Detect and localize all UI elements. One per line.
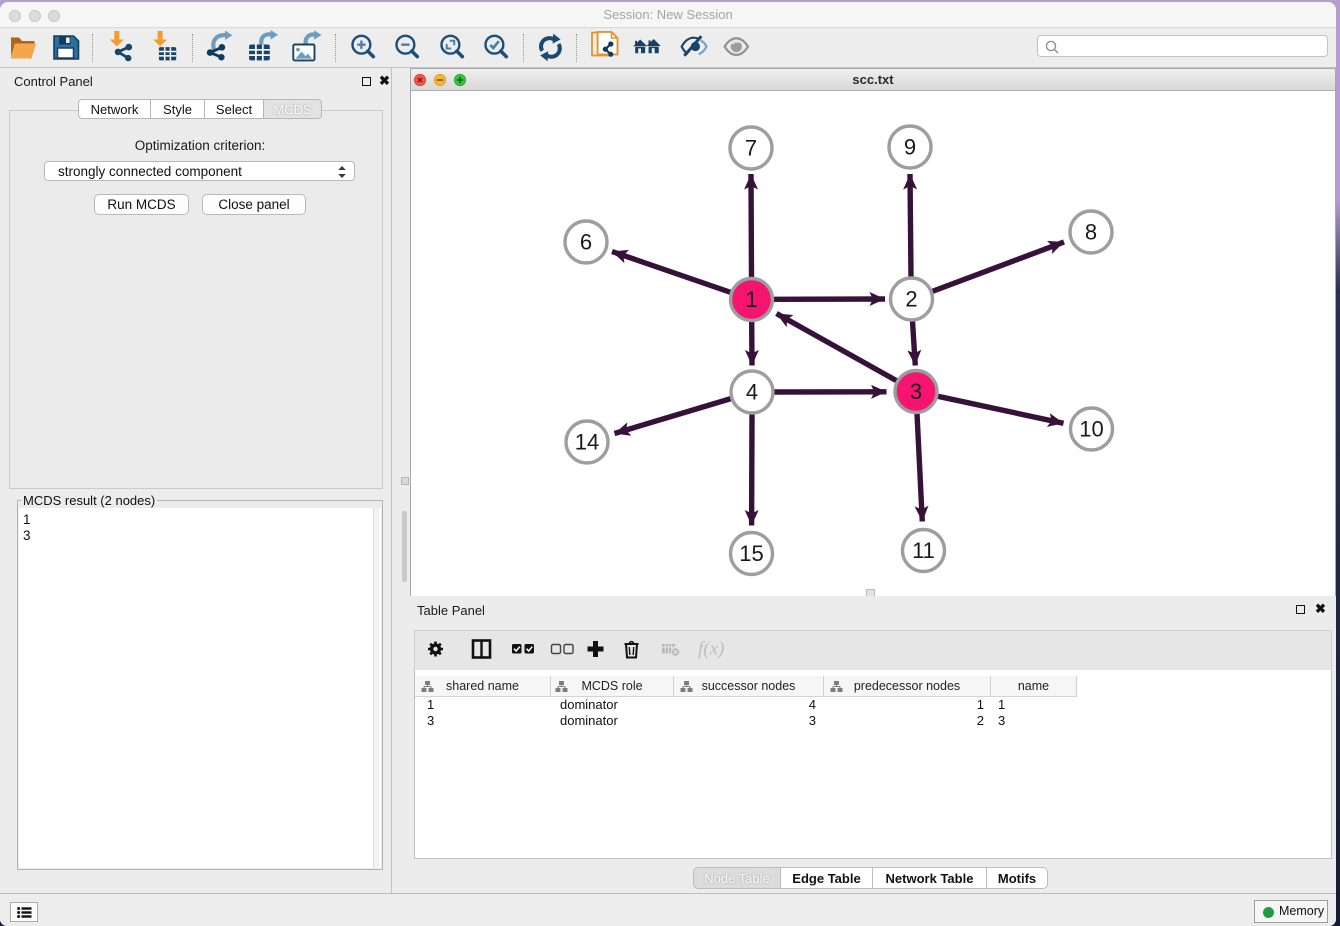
svg-text:9: 9 (904, 135, 916, 160)
svg-text:8: 8 (1085, 220, 1097, 245)
svg-text:4: 4 (746, 380, 758, 405)
svg-text:3: 3 (910, 379, 922, 404)
svg-text:11: 11 (912, 538, 935, 563)
svg-text:1: 1 (745, 287, 757, 312)
svg-text:15: 15 (739, 541, 763, 566)
svg-text:14: 14 (575, 430, 599, 455)
svg-text:7: 7 (745, 136, 757, 161)
svg-text:2: 2 (905, 287, 917, 312)
svg-text:6: 6 (580, 230, 592, 255)
svg-text:10: 10 (1079, 417, 1103, 442)
svg-text:f(x): f(x) (698, 639, 724, 660)
